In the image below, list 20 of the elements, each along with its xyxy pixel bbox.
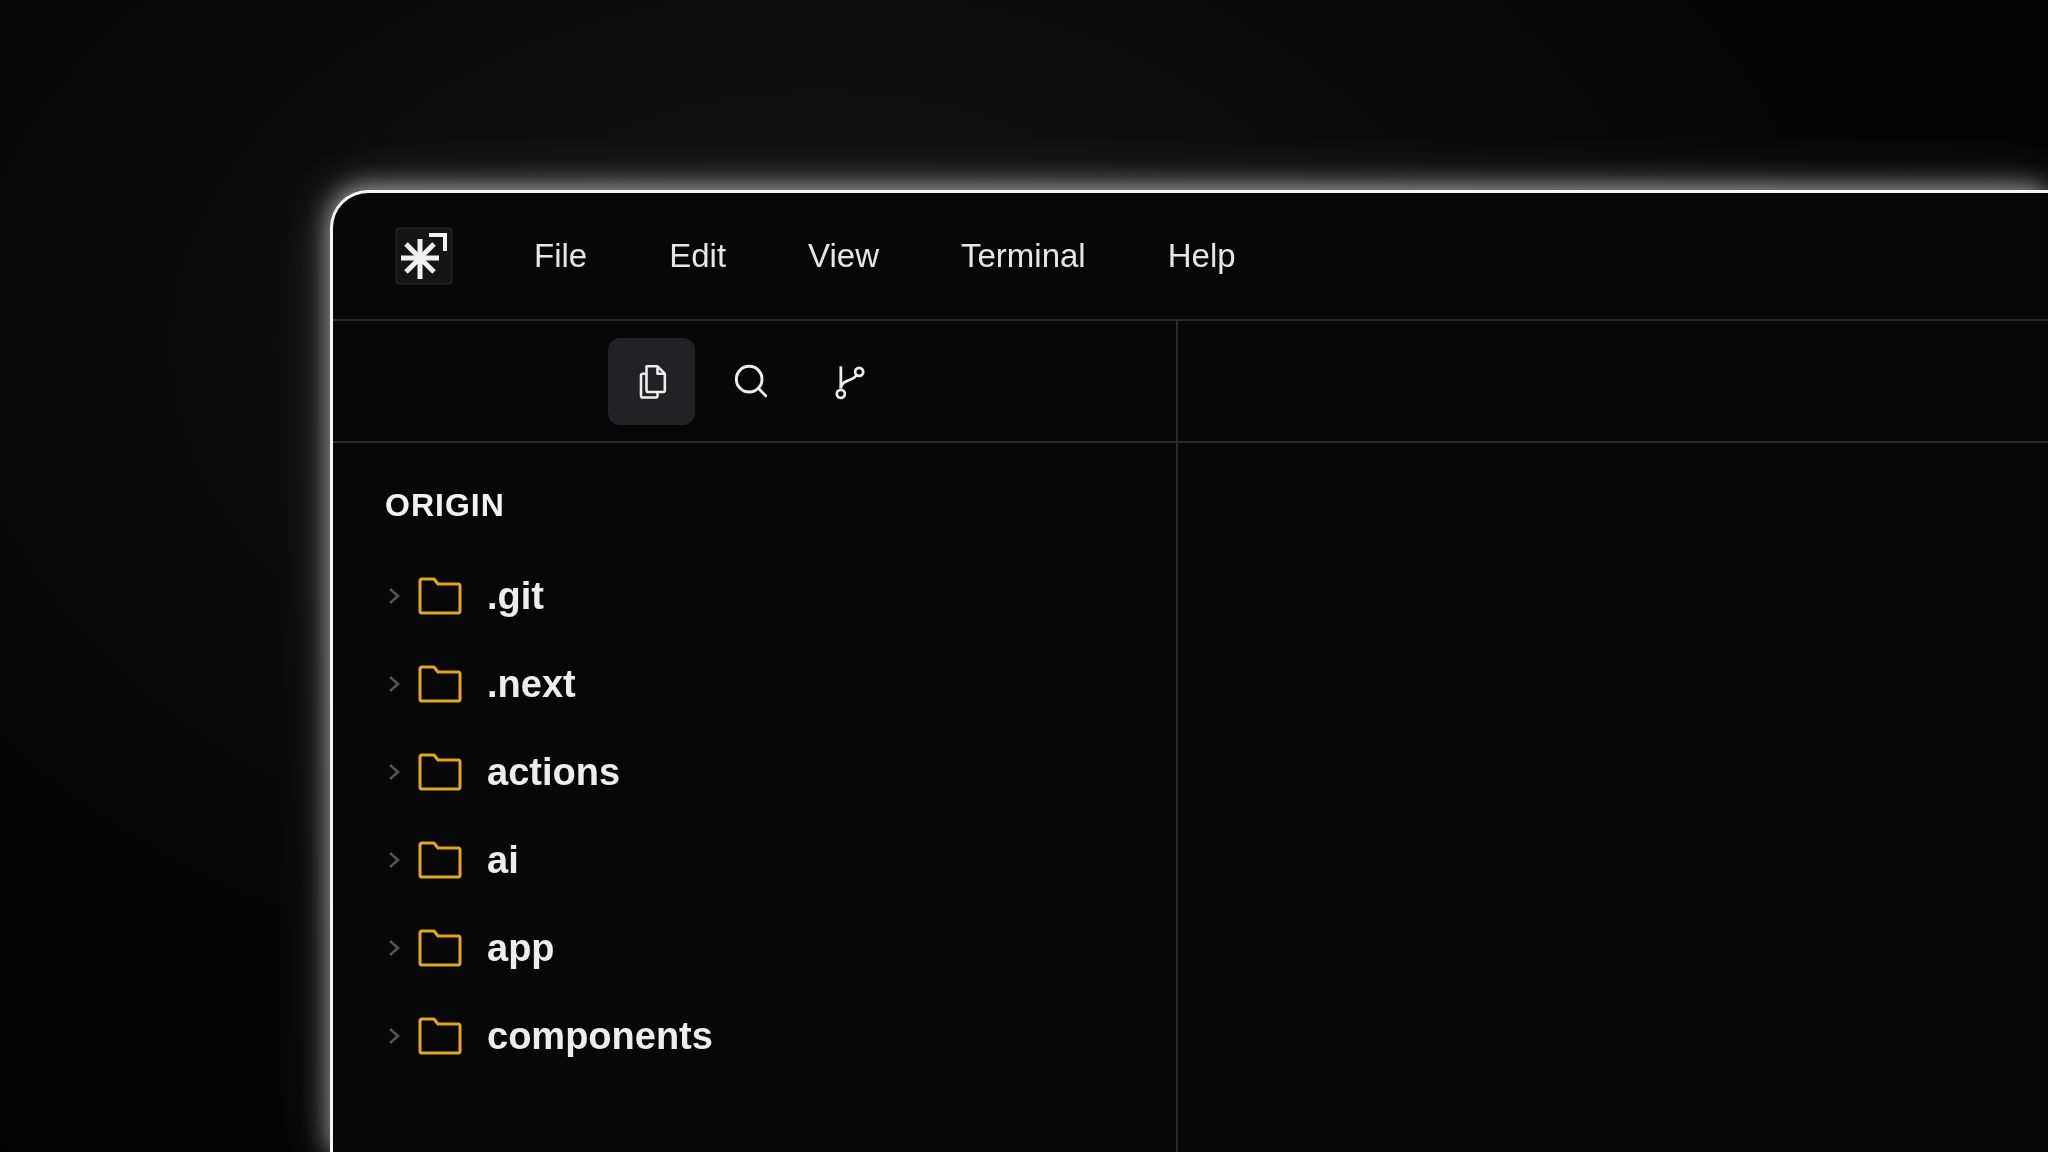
folder-name[interactable]: .next — [487, 662, 576, 706]
folder-name[interactable]: components — [487, 1014, 713, 1058]
folder-name[interactable]: actions — [487, 750, 621, 794]
toolbar-button[interactable] — [608, 337, 695, 425]
menu-item[interactable]: Help — [1167, 237, 1236, 275]
logo-icon — [395, 227, 453, 285]
folder-icon — [417, 1016, 463, 1056]
folder-icon — [417, 752, 463, 792]
folder-icon — [417, 576, 463, 616]
menu-item[interactable]: Edit — [669, 237, 727, 275]
menu-item[interactable]: View — [808, 237, 879, 275]
folder-name[interactable]: .git — [487, 574, 544, 618]
menu-item[interactable]: Terminal — [961, 237, 1086, 275]
folder-name[interactable]: app — [487, 926, 555, 970]
menu-item[interactable]: File — [534, 237, 588, 275]
explorer-title: ORIGIN — [385, 487, 505, 524]
folder-icon — [417, 928, 463, 968]
folder-icon — [417, 840, 463, 880]
folder-name[interactable]: ai — [487, 838, 519, 882]
folder-icon — [417, 664, 463, 704]
